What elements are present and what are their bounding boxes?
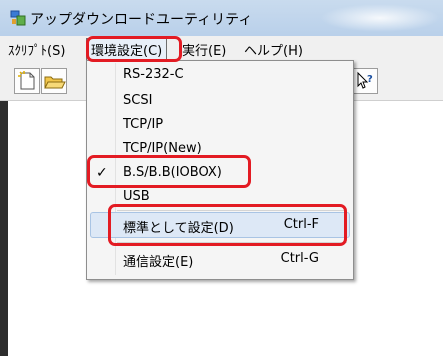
new-icon — [18, 71, 35, 90]
menu-help[interactable]: ヘルプ(H) — [244, 40, 303, 59]
svg-text:?: ? — [367, 74, 373, 85]
title-glow — [320, 4, 440, 32]
left-dark-strip — [0, 101, 8, 356]
window-title: アップダウンロードユーティリティ — [30, 12, 253, 28]
callout-set-as-default — [108, 204, 347, 246]
menu-item-rs232c[interactable]: RS-232-C — [123, 67, 184, 82]
new-button[interactable] — [14, 68, 40, 94]
open-folder-icon — [44, 76, 66, 89]
shortcut-ctrl-g: Ctrl-G — [280, 251, 319, 266]
menu-item-scsi[interactable]: SCSI — [123, 93, 152, 108]
open-button[interactable] — [41, 68, 67, 94]
menu-item-tcpip-new[interactable]: TCP/IP(New) — [123, 141, 202, 156]
menu-item-comm-settings[interactable]: 通信設定(E) — [123, 251, 193, 270]
app-window: アップダウンロードユーティリティ ｽｸﾘﾌﾟﾄ(S) 環境設定(C) 実行(E)… — [0, 0, 443, 356]
menu-run[interactable]: 実行(E) — [182, 40, 226, 59]
menu-item-usb[interactable]: USB — [123, 189, 150, 204]
callout-menu-environment — [86, 36, 182, 62]
help-button[interactable]: ? — [352, 68, 378, 94]
callout-bs-bb-iobox — [87, 155, 251, 188]
app-icon — [10, 10, 26, 26]
menu-bar: ｽｸﾘﾌﾟﾄ(S) 環境設定(C) 実行(E) ヘルプ(H) — [0, 36, 443, 63]
title-bar: アップダウンロードユーティリティ — [0, 0, 443, 36]
help-pointer-icon: ? — [357, 71, 373, 89]
menu-item-tcpip[interactable]: TCP/IP — [123, 117, 163, 132]
menu-script[interactable]: ｽｸﾘﾌﾟﾄ(S) — [8, 40, 65, 59]
